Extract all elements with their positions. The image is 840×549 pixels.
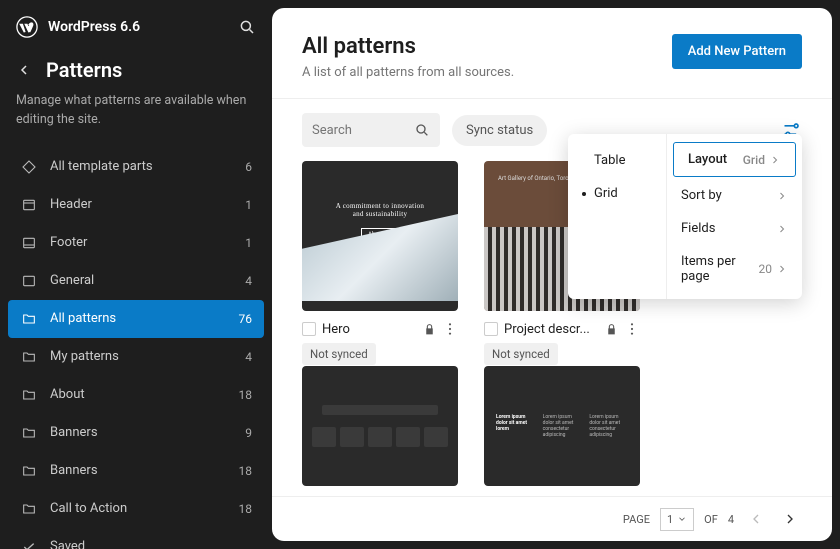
page-select[interactable]: 1 xyxy=(660,508,694,531)
page-label: PAGE xyxy=(623,513,650,526)
page-title: All patterns xyxy=(302,34,514,59)
more-icon[interactable] xyxy=(442,321,458,337)
folder-icon xyxy=(20,311,38,327)
prev-page-button[interactable] xyxy=(744,507,768,531)
sidebar-title: Patterns xyxy=(46,58,122,82)
view-setting-sort-by[interactable]: Sort by xyxy=(667,179,802,212)
header-icon xyxy=(20,197,38,213)
card-title: Hero xyxy=(322,322,417,337)
sidebar: WordPress 6.6 Patterns Manage what patte… xyxy=(0,0,272,549)
check-icon xyxy=(20,539,38,549)
pattern-card[interactable]: Lorem ipsum dolor sit amet loremLorem ip… xyxy=(484,366,640,486)
back-chevron-icon[interactable] xyxy=(16,62,32,78)
main-panel: All patterns A list of all patterns from… xyxy=(272,8,832,541)
page-subtitle: A list of all patterns from all sources. xyxy=(302,65,514,80)
search-icon xyxy=(414,122,430,138)
pattern-card[interactable]: A commitment to innovationand sustainabi… xyxy=(302,161,458,365)
sidebar-item-my-patterns[interactable]: My patterns4 xyxy=(8,338,264,376)
diamond-icon xyxy=(20,159,38,175)
checkbox[interactable] xyxy=(484,322,498,336)
folder-icon xyxy=(20,425,38,441)
checkbox[interactable] xyxy=(302,322,316,336)
view-options-popover: TableGrid LayoutGridSort byFieldsItems p… xyxy=(568,134,802,299)
footer-icon xyxy=(20,235,38,251)
sync-badge: Not synced xyxy=(302,343,376,365)
lock-icon xyxy=(423,323,436,336)
sidebar-item-call-to-action[interactable]: Call to Action18 xyxy=(8,490,264,528)
more-icon[interactable] xyxy=(624,321,640,337)
search-icon[interactable] xyxy=(238,18,256,36)
sidebar-item-all-template-parts[interactable]: All template parts6 xyxy=(8,148,264,186)
sidebar-item-all-patterns[interactable]: All patterns76 xyxy=(8,300,264,338)
general-icon xyxy=(20,273,38,289)
next-page-button[interactable] xyxy=(778,507,802,531)
sidebar-item-about[interactable]: About18 xyxy=(8,376,264,414)
search-field[interactable] xyxy=(302,113,440,147)
layout-option-grid[interactable]: Grid xyxy=(568,177,666,210)
search-input[interactable] xyxy=(312,123,414,138)
sync-badge: Not synced xyxy=(484,343,558,365)
sidebar-item-banners[interactable]: Banners9 xyxy=(8,414,264,452)
pagination: PAGE 1 OF 4 xyxy=(272,496,832,541)
add-new-pattern-button[interactable]: Add New Pattern xyxy=(672,34,802,69)
card-title: Project descr... xyxy=(504,322,599,337)
view-setting-items-per-page[interactable]: Items per page20 xyxy=(667,245,802,293)
wordpress-logo-icon xyxy=(16,16,38,38)
lock-icon xyxy=(605,323,618,336)
site-brand[interactable]: WordPress 6.6 xyxy=(16,16,140,38)
sidebar-item-header[interactable]: Header1 xyxy=(8,186,264,224)
folder-icon xyxy=(20,387,38,403)
sidebar-description: Manage what patterns are available when … xyxy=(0,92,272,148)
sidebar-saved[interactable]: Saved xyxy=(8,528,264,549)
brand-text: WordPress 6.6 xyxy=(48,19,140,35)
sidebar-item-banners[interactable]: Banners18 xyxy=(8,452,264,490)
view-setting-layout[interactable]: LayoutGrid xyxy=(673,142,796,177)
pattern-card[interactable] xyxy=(302,366,458,486)
folder-icon xyxy=(20,349,38,365)
layout-option-table[interactable]: Table xyxy=(568,144,666,177)
folder-icon xyxy=(20,501,38,517)
folder-icon xyxy=(20,463,38,479)
view-setting-fields[interactable]: Fields xyxy=(667,212,802,245)
sync-status-filter[interactable]: Sync status xyxy=(452,115,547,146)
sidebar-item-footer[interactable]: Footer1 xyxy=(8,224,264,262)
sidebar-item-general[interactable]: General4 xyxy=(8,262,264,300)
